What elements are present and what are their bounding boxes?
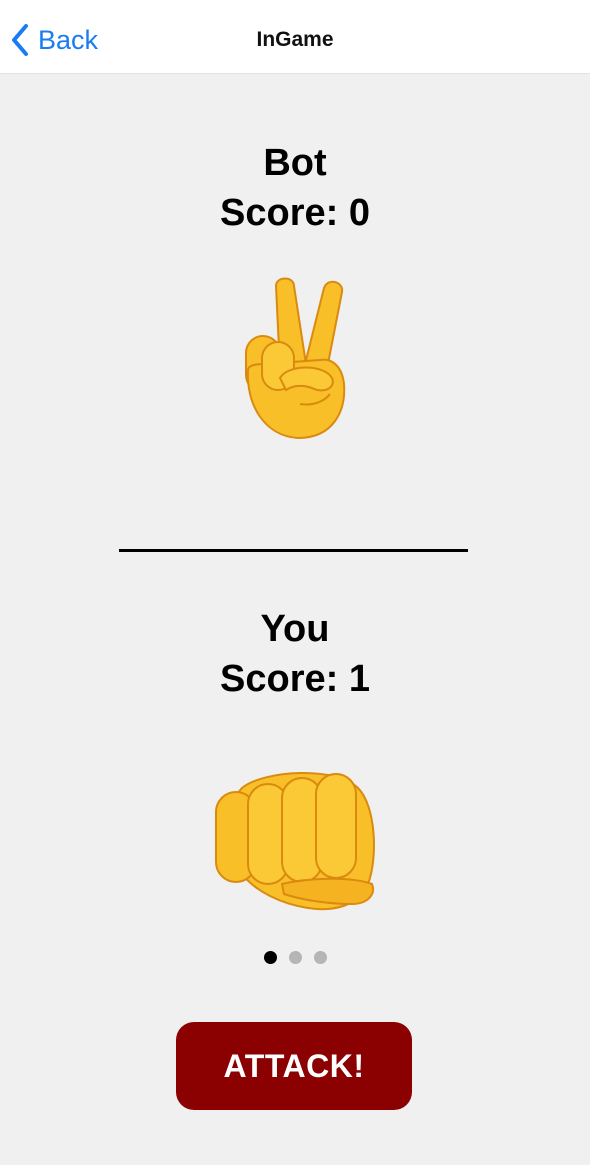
- player-info: You Score: 1: [0, 604, 590, 704]
- fist-icon: [215, 772, 375, 911]
- page-dot-3[interactable]: [313, 951, 327, 964]
- player-score: Score: 1: [220, 658, 370, 700]
- page-indicator: [0, 951, 590, 964]
- attack-button[interactable]: ATTACK!: [176, 1022, 412, 1110]
- page-title: InGame: [256, 28, 334, 51]
- page-dot-1[interactable]: [263, 951, 277, 964]
- bot-score: Score: 0: [220, 192, 370, 234]
- victory-hand-icon: [245, 277, 346, 440]
- player-hand: [0, 766, 590, 919]
- bot-info: Bot Score: 0: [0, 138, 590, 238]
- bot-name: Bot: [263, 142, 327, 184]
- page-dot-2[interactable]: [288, 951, 302, 964]
- player-name: You: [260, 608, 330, 650]
- bot-hand: [0, 274, 590, 447]
- navigation-bar: Back InGame: [0, 0, 590, 74]
- section-divider: [119, 549, 468, 552]
